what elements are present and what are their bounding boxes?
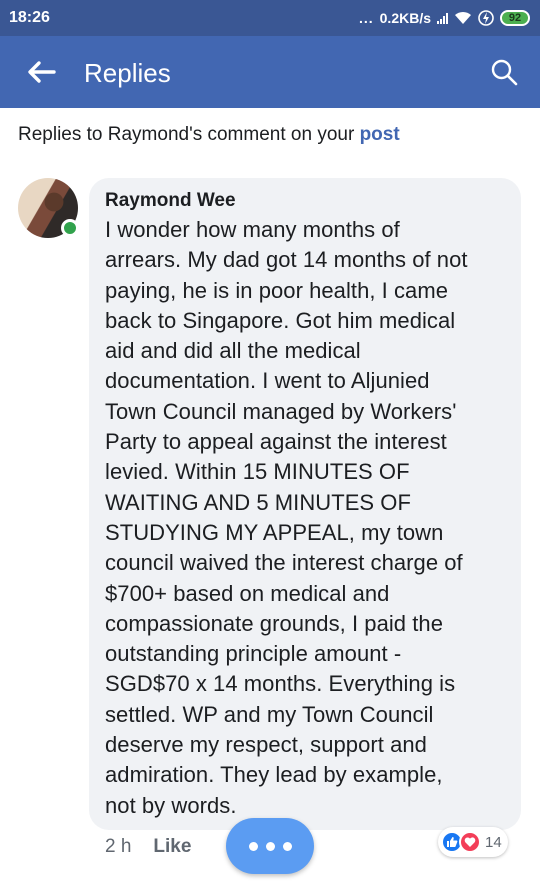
status-time: 18:26 [9,9,50,26]
signal-icon [437,12,448,24]
status-bar: 18:26 ... 0.2KB/s 92 [0,0,540,36]
comment-author[interactable]: Raymond Wee [105,188,507,214]
app-bar: Replies [0,36,540,108]
dot-icon [282,841,292,851]
like-button[interactable]: Like [153,836,191,858]
comment-bubble[interactable]: Raymond Wee I wonder how many months of … [89,178,521,830]
comment-text: I wonder how many months of arrears. My … [105,217,468,818]
online-status-icon [61,219,79,237]
reaction-count: 14 [485,833,502,851]
back-arrow-icon[interactable] [26,60,56,84]
search-icon[interactable] [490,58,518,86]
comment-time: 2 h [105,836,132,857]
love-reaction-icon [459,831,481,853]
context-prefix: Replies to Raymond's comment on your [18,124,360,145]
wifi-icon [455,11,471,24]
page-title: Replies [84,58,171,88]
dot-icon [265,841,275,851]
status-indicators: ... 0.2KB/s 92 [359,10,530,26]
comment-actions: 2 h Like [105,836,191,858]
reactions-summary[interactable]: 14 [438,827,508,857]
battery-icon: 92 [500,10,530,26]
replies-context-line: Replies to Raymond's comment on your pos… [18,124,400,146]
post-link[interactable]: post [360,124,400,145]
more-options-button[interactable] [226,818,314,874]
dot-icon [248,841,258,851]
charging-icon [478,10,494,26]
status-dots: ... [358,10,374,26]
network-speed: 0.2KB/s [379,10,431,26]
